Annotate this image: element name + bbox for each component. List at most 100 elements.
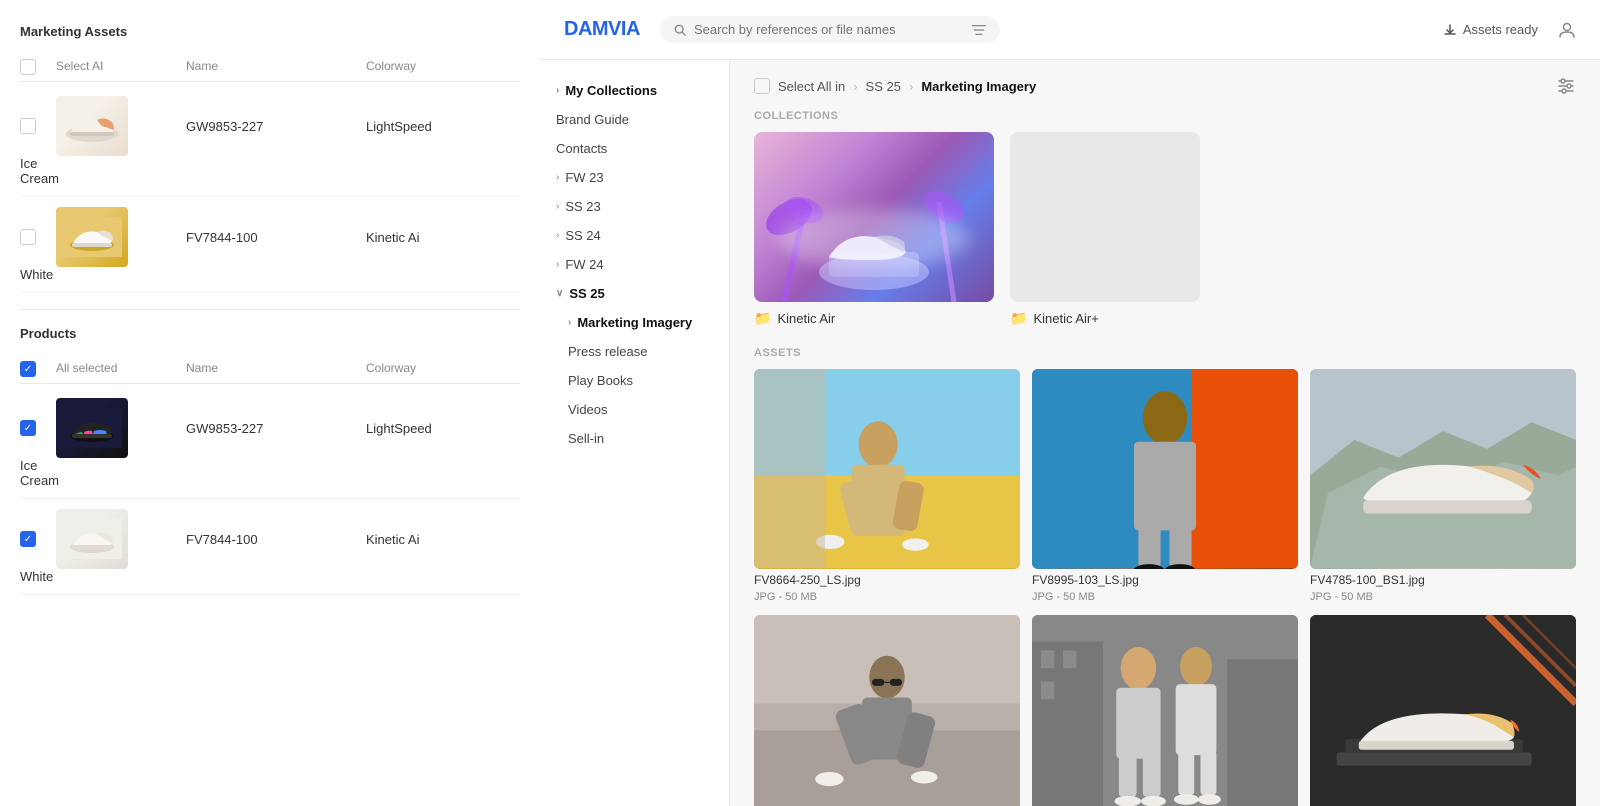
sidebar-contacts-label: Contacts xyxy=(556,141,607,156)
sidebar-item-fw23[interactable]: › FW 23 xyxy=(540,163,729,192)
product-colorway-2: White xyxy=(20,569,56,584)
sidebar-item-my-collections[interactable]: › My Collections xyxy=(540,76,729,105)
chevron-right-icon: › xyxy=(556,85,559,96)
asset-thumb-2 xyxy=(1032,369,1298,569)
left-panel: Marketing Assets Select AI Name Colorway… xyxy=(0,0,540,806)
sidebar-marketing-label: Marketing Imagery xyxy=(577,315,692,330)
collections-label: Collections xyxy=(754,110,1576,122)
search-bar[interactable] xyxy=(660,16,1000,43)
assets-ready-button[interactable]: Assets ready xyxy=(1443,22,1538,37)
asset-item-4[interactable]: FV8664-250_LS_2.jpg JPG - 50 MB xyxy=(754,615,1020,806)
folder-icon: 📁 xyxy=(1010,310,1027,327)
chevron-right-icon: › xyxy=(556,201,559,212)
asset-meta-2: JPG - 50 MB xyxy=(1032,591,1298,603)
chevron-right-icon: › xyxy=(556,172,559,183)
folder-thumb-kinetic-air xyxy=(754,132,994,302)
asset-item-3[interactable]: FV4785-100_BS1.jpg JPG - 50 MB xyxy=(1310,369,1576,603)
product-sku-2: FV7844-100 xyxy=(186,532,366,547)
folder-item-kinetic-air-plus[interactable]: 📁 Kinetic Air+ xyxy=(1010,132,1200,327)
sidebar-item-ss25[interactable]: ∨ SS 25 xyxy=(540,279,729,308)
product-checkbox-2[interactable] xyxy=(20,531,36,547)
sidebar-item-play-books[interactable]: Play Books xyxy=(540,366,729,395)
breadcrumb-select-all[interactable]: Select All in xyxy=(778,79,845,94)
asset-item-6[interactable]: FV4785-100_BS2.jpg JPG - 50 MB xyxy=(1310,615,1576,806)
asset-item-2[interactable]: FV8995-103_LS.jpg JPG - 50 MB xyxy=(1032,369,1298,603)
sidebar-item-brand-guide[interactable]: Brand Guide xyxy=(540,105,729,134)
assets-label: Assets xyxy=(754,347,1576,359)
product-name-1: LightSpeed xyxy=(366,421,516,436)
asset-meta-3: JPG - 50 MB xyxy=(1310,591,1576,603)
row-colorway-1: Ice Cream xyxy=(20,156,56,186)
row-name-2: Kinetic Ai xyxy=(366,230,516,245)
sidebar-brand-guide-label: Brand Guide xyxy=(556,112,629,127)
asset-meta-1: JPG - 50 MB xyxy=(754,591,1020,603)
asset-filename-3: FV4785-100_BS1.jpg xyxy=(1310,573,1576,587)
product-sku-1: GW9853-227 xyxy=(186,421,366,436)
folder-label-kinetic-air-plus: Kinetic Air+ xyxy=(1033,311,1098,326)
row-sku-1: GW9853-227 xyxy=(186,119,366,134)
asset-thumb-3 xyxy=(1310,369,1576,569)
sidebar-item-ss24[interactable]: › SS 24 xyxy=(540,221,729,250)
logo: DAMVIA xyxy=(564,18,640,41)
row-sku-2: FV7844-100 xyxy=(186,230,366,245)
search-icon xyxy=(674,23,686,37)
row-checkbox-1[interactable] xyxy=(20,118,36,134)
sidebar-sell-in-label: Sell-in xyxy=(568,431,604,446)
select-ai-checkbox[interactable] xyxy=(20,59,36,75)
chevron-right-icon: › xyxy=(556,230,559,241)
asset-item-1[interactable]: FV8664-250_LS.jpg JPG - 50 MB xyxy=(754,369,1020,603)
sidebar-item-ss23[interactable]: › SS 23 xyxy=(540,192,729,221)
sidebar-item-press-release[interactable]: Press release xyxy=(540,337,729,366)
search-input[interactable] xyxy=(694,22,964,37)
breadcrumb-sep-1: › xyxy=(853,79,857,94)
table-row: FV7844-100 Kinetic Ai White xyxy=(20,197,520,293)
sidebar-my-collections-label: My Collections xyxy=(565,83,657,98)
table-row: GW9853-227 LightSpeed Ice Cream xyxy=(20,86,520,197)
breadcrumb-crumb1[interactable]: SS 25 xyxy=(866,79,901,94)
products-header: All selected Name Colorway xyxy=(20,355,520,384)
marketing-assets-title: Marketing Assets xyxy=(20,24,520,39)
sidebar-item-fw24[interactable]: › FW 24 xyxy=(540,250,729,279)
asset-thumb-1 xyxy=(754,369,1020,569)
sidebar-item-videos[interactable]: Videos xyxy=(540,395,729,424)
folder-icon: 📁 xyxy=(754,310,771,327)
table-row: GW9853-227 LightSpeed Ice Cream xyxy=(20,388,520,499)
filter-icon[interactable] xyxy=(972,24,986,36)
user-icon[interactable] xyxy=(1558,21,1576,39)
product-image-4 xyxy=(56,509,128,569)
marketing-assets-header: Select AI Name Colorway xyxy=(20,53,520,82)
sidebar-press-release-label: Press release xyxy=(568,344,647,359)
folder-item-kinetic-air[interactable]: 📁 Kinetic Air xyxy=(754,132,994,327)
asset-thumb-6 xyxy=(1310,615,1576,806)
products-title: Products xyxy=(20,326,520,341)
table-row: FV7844-100 Kinetic Ai White xyxy=(20,499,520,595)
sidebar-fw23-label: FW 23 xyxy=(565,170,603,185)
product-colorway-1: Ice Cream xyxy=(20,458,56,488)
download-icon xyxy=(1443,23,1457,37)
sidebar-play-books-label: Play Books xyxy=(568,373,633,388)
asset-thumb-5 xyxy=(1032,615,1298,806)
breadcrumb-right xyxy=(1556,76,1576,96)
product-image-2 xyxy=(56,207,128,267)
product-name-2: Kinetic Ai xyxy=(366,532,516,547)
breadcrumb-checkbox[interactable] xyxy=(754,78,770,94)
header-all-selected: All selected xyxy=(56,361,186,377)
content-area: › My Collections Brand Guide Contacts › … xyxy=(540,60,1600,806)
asset-item-5[interactable]: FV8995-103_LS_2.jpg JPG - 50 MB xyxy=(1032,615,1298,806)
product-image-3 xyxy=(56,398,128,458)
topbar: DAMVIA Assets ready xyxy=(540,0,1600,60)
folder-name-kinetic-air: 📁 Kinetic Air xyxy=(754,310,994,327)
sidebar-fw24-label: FW 24 xyxy=(565,257,603,272)
settings-icon[interactable] xyxy=(1556,76,1576,96)
product-checkbox-1[interactable] xyxy=(20,420,36,436)
header-products-name: Name xyxy=(186,361,366,377)
sidebar-item-contacts[interactable]: Contacts xyxy=(540,134,729,163)
breadcrumb-sep-2: › xyxy=(909,79,913,94)
row-checkbox-2[interactable] xyxy=(20,229,36,245)
row-name-1: LightSpeed xyxy=(366,119,516,134)
folder-grid: 📁 Kinetic Air 📁 Kinetic Air+ xyxy=(754,132,1576,327)
sidebar-item-sell-in[interactable]: Sell-in xyxy=(540,424,729,453)
all-selected-checkbox[interactable] xyxy=(20,361,36,377)
folder-thumb-kinetic-air-plus xyxy=(1010,132,1200,302)
sidebar-item-marketing-imagery[interactable]: › Marketing Imagery xyxy=(540,308,729,337)
